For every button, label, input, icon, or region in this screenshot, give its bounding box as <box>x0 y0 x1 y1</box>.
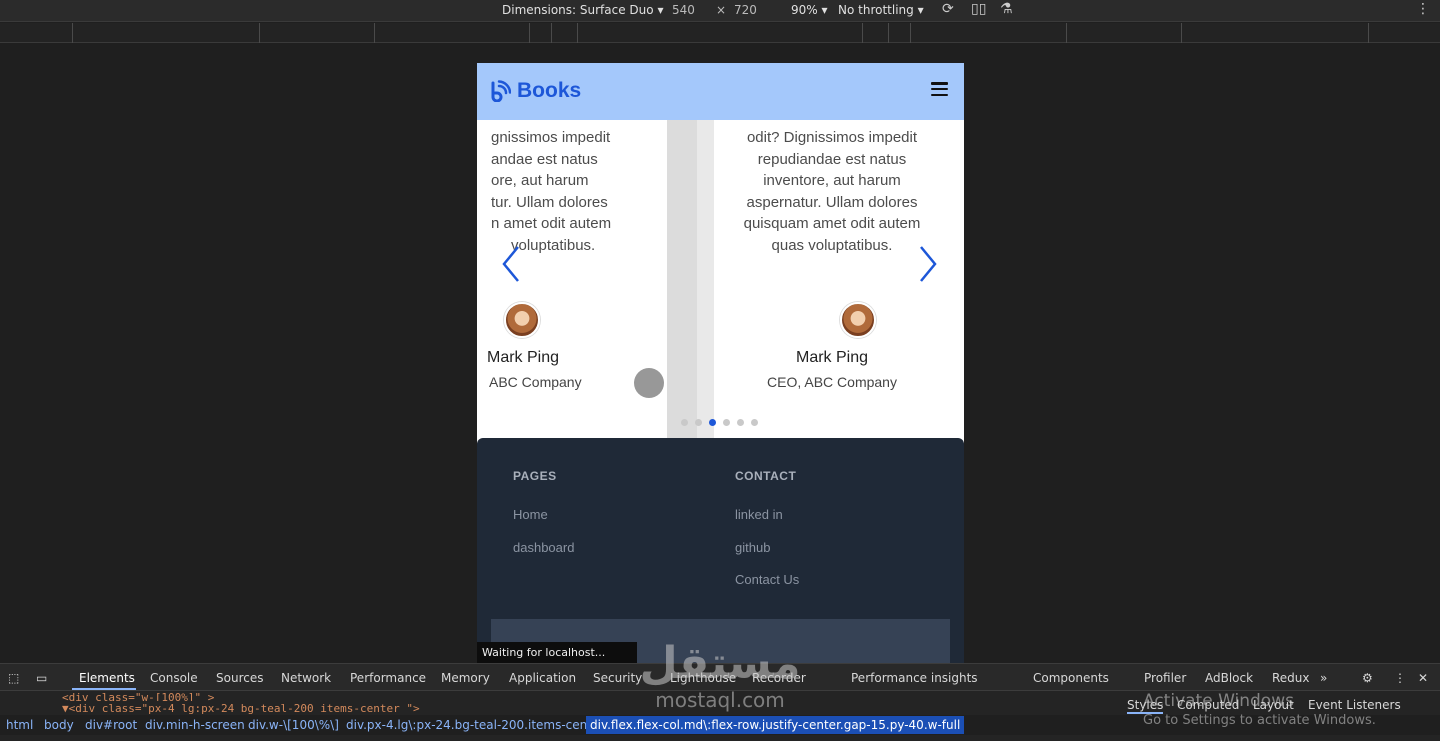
throttling-dropdown[interactable]: No throttling ▾ <box>838 3 924 17</box>
zoom-dropdown[interactable]: 90% ▾ <box>791 3 828 17</box>
text-line: repudiandae est natus <box>757 150 907 168</box>
breadcrumb-item[interactable]: div.min-h-screen <box>145 718 245 732</box>
person-name: Mark Ping <box>795 349 869 366</box>
throttling-label: No throttling <box>838 3 914 17</box>
kebab-menu-icon[interactable]: ⋮ <box>1394 671 1406 685</box>
more-options-icon[interactable]: ⋮ <box>1416 1 1430 17</box>
settings-gear-icon[interactable]: ⚙ <box>1362 671 1373 685</box>
pagination-dot[interactable] <box>709 419 716 426</box>
footer-link-dashboard[interactable]: dashboard <box>513 540 574 555</box>
activate-windows-overlay: Activate Windows Go to Settings to activ… <box>1143 691 1376 728</box>
brand-name: Books <box>517 79 582 102</box>
inspect-icon[interactable]: ⬚ <box>8 671 19 685</box>
rotate-icon[interactable]: ⟳ <box>942 1 954 17</box>
text-line: ore, aut harum <box>491 172 589 190</box>
breadcrumb-item[interactable]: div.w-\[100\%\] <box>248 718 339 732</box>
text-line: tur. Ullam dolores <box>491 193 608 211</box>
mostaql-watermark: مستقل mostaql.com <box>630 640 810 720</box>
tab-components[interactable]: Components <box>1033 671 1109 685</box>
text-line: aspernatur. Ullam dolores <box>746 193 918 211</box>
text-line: inventore, aut harum <box>763 172 901 190</box>
zoom-label: 90% <box>791 3 818 17</box>
footer: PAGES Home dashboard CONTACT linked in g… <box>477 438 964 663</box>
watermark-logo: مستقل <box>639 638 801 689</box>
pagination-dot[interactable] <box>751 419 758 426</box>
text-line: quisquam amet odit autem <box>743 215 921 233</box>
person-company: CEO, ABC Company <box>767 374 897 390</box>
close-icon[interactable]: ✕ <box>1418 671 1428 685</box>
active-tab-indicator <box>72 688 136 690</box>
tab-sources[interactable]: Sources <box>216 671 263 685</box>
breadcrumb-item[interactable]: html <box>6 718 33 732</box>
tab-performance[interactable]: Performance <box>350 671 426 685</box>
activate-title: Activate Windows <box>1143 691 1294 711</box>
pagination-dot[interactable] <box>737 419 744 426</box>
tab-performance-insights[interactable]: Performance insights <box>851 671 978 685</box>
times-separator: × <box>716 3 727 17</box>
breadcrumb-item[interactable]: div.px-4.lg\:px-24.bg-teal-200.items-cen… <box>346 718 607 732</box>
more-tabs-icon[interactable]: » <box>1320 671 1327 685</box>
footer-link-linkedin[interactable]: linked in <box>735 507 783 522</box>
navbar: Books <box>477 63 964 120</box>
avatar <box>840 302 876 338</box>
device-toggle-icon[interactable]: ▭ <box>36 671 47 685</box>
activate-subtitle: Go to Settings to activate Windows. <box>1143 713 1376 728</box>
height-input[interactable]: 720 <box>734 3 757 17</box>
text-line: n amet odit autem <box>491 215 612 233</box>
pagination-dot[interactable] <box>695 419 702 426</box>
dual-screen-icon[interactable]: ▯▯ <box>971 1 986 17</box>
tab-network[interactable]: Network <box>281 671 331 685</box>
dimensions-label: Dimensions: Surface Duo <box>502 3 654 17</box>
breadcrumb-item[interactable]: body <box>44 718 74 732</box>
tab-application[interactable]: Application <box>509 671 576 685</box>
avatar <box>504 302 540 338</box>
footer-link-contact-us[interactable]: Contact Us <box>735 572 799 587</box>
chevron-right-icon[interactable] <box>918 245 938 283</box>
text-line: andae est natus <box>491 150 598 168</box>
tab-elements[interactable]: Elements <box>79 671 135 685</box>
brand-logo[interactable]: Books <box>489 79 581 103</box>
flask-icon[interactable]: ⚗ <box>1000 1 1013 17</box>
footer-link-home[interactable]: Home <box>513 507 548 522</box>
tab-console[interactable]: Console <box>150 671 198 685</box>
text-line: gnissimos impedit <box>491 129 611 146</box>
tab-adblock[interactable]: AdBlock <box>1205 671 1253 685</box>
pagination-dot[interactable] <box>723 419 730 426</box>
status-tooltip: Waiting for localhost... <box>477 642 637 663</box>
tab-redux[interactable]: Redux <box>1272 671 1310 685</box>
tab-memory[interactable]: Memory <box>441 671 490 685</box>
carousel-pagination <box>681 419 758 426</box>
person-company: ABC Company <box>489 374 582 390</box>
dom-code-line[interactable]: ▼<div class="px-4 lg:px-24 bg-teal-200 i… <box>62 702 420 715</box>
text-line: quas voluptatibus. <box>771 236 893 254</box>
breadcrumb-item[interactable]: div#root <box>85 718 137 732</box>
chevron-left-icon[interactable] <box>501 245 521 283</box>
testimonial-text-right: odit? Dignissimos impedit repudiandae es… <box>714 127 950 257</box>
text-line: odit? Dignissimos impedit <box>746 129 918 146</box>
watermark-site: mostaql.com <box>655 688 785 712</box>
tab-profiler[interactable]: Profiler <box>1144 671 1186 685</box>
touch-cursor <box>634 368 664 398</box>
footer-link-github[interactable]: github <box>735 540 770 555</box>
testimonial-text-left: gnissimos impedit andae est natus ore, a… <box>491 127 611 257</box>
media-query-ruler <box>0 23 1440 43</box>
testimonial-slide-right: odit? Dignissimos impedit repudiandae es… <box>714 120 950 438</box>
rss-book-icon <box>491 80 511 102</box>
emulated-viewport: Books gnissimos impedit andae est natus … <box>477 63 964 663</box>
pages-heading: PAGES <box>513 469 557 483</box>
contact-heading: CONTACT <box>735 469 797 483</box>
dimensions-dropdown[interactable]: Dimensions: Surface Duo ▾ <box>502 3 663 17</box>
person-name: Mark Ping <box>487 349 560 366</box>
hamburger-menu-icon[interactable] <box>931 82 948 96</box>
testimonial-carousel: gnissimos impedit andae est natus ore, a… <box>477 120 964 438</box>
dom-code-line[interactable]: <div class="w-[100%]" > <box>62 691 214 701</box>
slide-gap <box>667 120 714 438</box>
width-input[interactable]: 540 <box>672 3 695 17</box>
pagination-dot[interactable] <box>681 419 688 426</box>
device-toolbar: Dimensions: Surface Duo ▾ 540 × 720 90% … <box>0 0 1440 22</box>
